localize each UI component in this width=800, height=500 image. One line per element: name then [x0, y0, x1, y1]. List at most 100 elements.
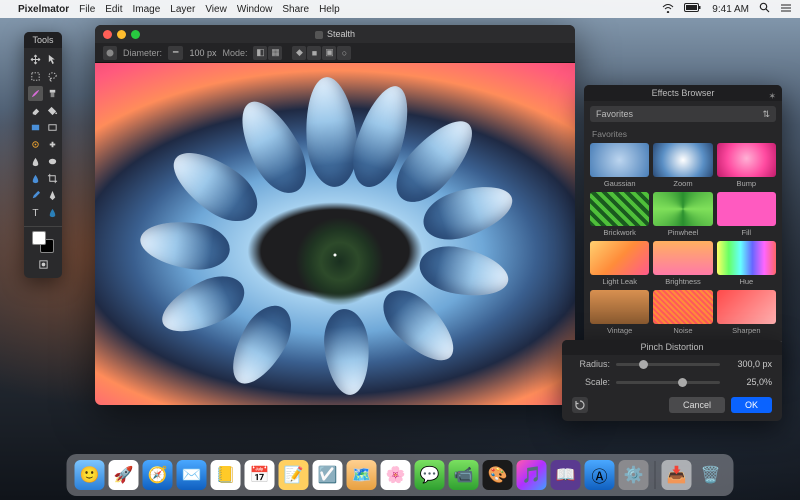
smudge-tool[interactable] — [28, 154, 43, 169]
warp-tool[interactable] — [45, 205, 60, 220]
shape-tool[interactable] — [45, 120, 60, 135]
dock-photos[interactable]: 🌸 — [381, 460, 411, 490]
diameter-slider[interactable]: ━ — [168, 46, 183, 60]
color-swatches[interactable] — [32, 231, 54, 253]
lasso-tool[interactable] — [45, 69, 60, 84]
menu-image[interactable]: Image — [133, 4, 161, 15]
dock-facetime[interactable]: 📹 — [449, 460, 479, 490]
effect-bump[interactable]: Bump — [717, 143, 776, 188]
effects-category-dropdown[interactable]: Favorites ⇅ — [590, 106, 776, 122]
menu-view[interactable]: View — [205, 4, 227, 15]
align-option-4[interactable]: ○ — [337, 46, 351, 60]
radius-value[interactable]: 300,0 px — [726, 359, 772, 369]
canvas[interactable] — [95, 63, 575, 405]
diameter-value[interactable]: 100 px — [189, 48, 216, 58]
heal-tool[interactable] — [45, 137, 60, 152]
pen-tool[interactable] — [45, 188, 60, 203]
dock-safari[interactable]: 🧭 — [143, 460, 173, 490]
gradient-tool[interactable] — [28, 120, 43, 135]
foreground-color-swatch[interactable] — [32, 231, 46, 245]
dock: 🙂 🚀 🧭 ✉️ 📒 📅 📝 ☑️ 🗺️ 🌸 💬 📹 🎨 🎵 📖 Ⓐ ⚙️ 📥 … — [67, 454, 734, 496]
effect-brickwork[interactable]: Brickwork — [590, 192, 649, 237]
menu-file[interactable]: File — [79, 4, 95, 15]
effect-light-leak[interactable]: Light Leak — [590, 241, 649, 286]
dock-notes[interactable]: 📝 — [279, 460, 309, 490]
brush-preset-button[interactable] — [103, 46, 117, 60]
wifi-icon[interactable] — [662, 3, 674, 16]
menu-edit[interactable]: Edit — [105, 4, 122, 15]
crop-tool[interactable] — [45, 171, 60, 186]
effect-label: Noise — [653, 326, 712, 335]
dock-trash[interactable]: 🗑️ — [696, 460, 726, 490]
quick-mask-tool[interactable] — [36, 257, 51, 272]
dock-pixelmator[interactable]: 🎨 — [483, 460, 513, 490]
clone-tool[interactable] — [28, 137, 43, 152]
diameter-label: Diameter: — [123, 48, 162, 58]
gear-icon[interactable]: ✶ — [768, 88, 776, 104]
mode-label: Mode: — [222, 48, 247, 58]
menu-help[interactable]: Help — [319, 4, 340, 15]
menu-extras-icon[interactable] — [780, 3, 792, 16]
effect-vintage[interactable]: Vintage — [590, 290, 649, 335]
menu-window[interactable]: Window — [237, 4, 273, 15]
reset-button[interactable] — [572, 397, 588, 413]
app-menu[interactable]: Pixelmator — [18, 4, 69, 15]
cancel-button[interactable]: Cancel — [669, 397, 725, 413]
dock-preferences[interactable]: ⚙️ — [619, 460, 649, 490]
effect-thumbnail — [717, 192, 776, 226]
effect-thumbnail — [590, 143, 649, 177]
radius-slider[interactable] — [616, 363, 720, 366]
pinch-title: Pinch Distortion — [562, 340, 782, 355]
clock[interactable]: 9:41 AM — [712, 4, 749, 15]
align-option-1[interactable]: ◆ — [292, 46, 306, 60]
effect-brightness[interactable]: Brightness — [653, 241, 712, 286]
move-tool[interactable] — [28, 52, 43, 67]
text-tool[interactable]: T — [28, 205, 43, 220]
effect-thumbnail — [717, 290, 776, 324]
menu-layer[interactable]: Layer — [170, 4, 195, 15]
sponge-tool[interactable] — [45, 154, 60, 169]
effect-sharpen[interactable]: Sharpen — [717, 290, 776, 335]
scale-value[interactable]: 25,0% — [726, 377, 772, 387]
battery-icon[interactable] — [684, 3, 702, 15]
selection-tool[interactable] — [45, 52, 60, 67]
effect-thumbnail — [590, 192, 649, 226]
dock-maps[interactable]: 🗺️ — [347, 460, 377, 490]
dock-messages[interactable]: 💬 — [415, 460, 445, 490]
dock-downloads[interactable]: 📥 — [662, 460, 692, 490]
effect-thumbnail — [653, 143, 712, 177]
mode-option-1[interactable]: ◧ — [253, 46, 267, 60]
fill-tool[interactable] — [45, 103, 60, 118]
eraser-tool[interactable] — [28, 103, 43, 118]
effect-center-handle[interactable] — [334, 253, 337, 256]
scale-slider[interactable] — [616, 381, 720, 384]
blur-tool[interactable] — [28, 171, 43, 186]
effect-noise[interactable]: Noise — [653, 290, 712, 335]
dock-itunes[interactable]: 🎵 — [517, 460, 547, 490]
brush-tool[interactable] — [28, 86, 43, 101]
spotlight-icon[interactable] — [759, 2, 770, 16]
effect-fill[interactable]: Fill — [717, 192, 776, 237]
effect-pinwheel[interactable]: Pinwheel — [653, 192, 712, 237]
window-titlebar[interactable]: Stealth — [95, 25, 575, 43]
marquee-tool[interactable] — [28, 69, 43, 84]
dock-calendar[interactable]: 📅 — [245, 460, 275, 490]
effect-gaussian[interactable]: Gaussian — [590, 143, 649, 188]
dock-finder[interactable]: 🙂 — [75, 460, 105, 490]
dock-ibooks[interactable]: 📖 — [551, 460, 581, 490]
effect-zoom[interactable]: Zoom — [653, 143, 712, 188]
eyedropper-tool[interactable] — [28, 188, 43, 203]
effect-hue[interactable]: Hue — [717, 241, 776, 286]
align-option-3[interactable]: ▣ — [322, 46, 336, 60]
menu-share[interactable]: Share — [282, 4, 309, 15]
dock-contacts[interactable]: 📒 — [211, 460, 241, 490]
dock-reminders[interactable]: ☑️ — [313, 460, 343, 490]
pixel-brush-tool[interactable] — [45, 86, 60, 101]
ok-button[interactable]: OK — [731, 397, 772, 413]
dock-appstore[interactable]: Ⓐ — [585, 460, 615, 490]
dock-mail[interactable]: ✉️ — [177, 460, 207, 490]
align-option-2[interactable]: ■ — [307, 46, 321, 60]
mode-option-2[interactable]: ▦ — [268, 46, 282, 60]
document-title: Stealth — [95, 29, 575, 39]
dock-launchpad[interactable]: 🚀 — [109, 460, 139, 490]
